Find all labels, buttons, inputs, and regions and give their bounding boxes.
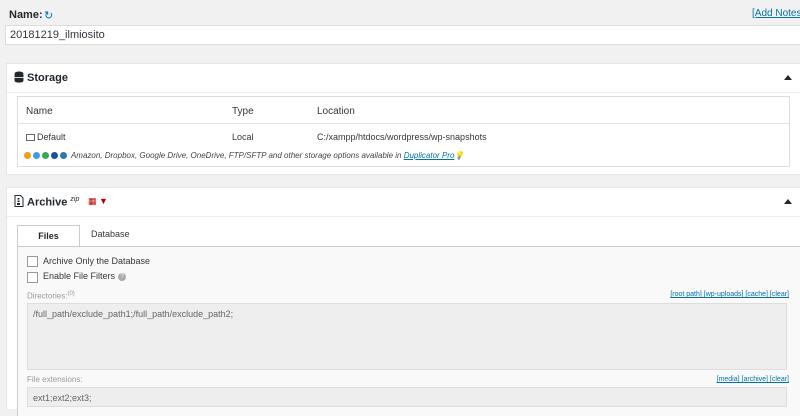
file-extensions-textarea[interactable]: ext1;ext2;ext3; [27,387,787,407]
tab-files[interactable]: Files [17,225,80,246]
name-field[interactable]: 20181219_ilmiosito [5,25,800,45]
tab-database[interactable]: Database [91,229,130,239]
lightbulb-icon: 💡 [454,151,465,160]
duplicator-pro-link[interactable]: Duplicator Pro [404,151,455,160]
database-icon [14,71,24,83]
archive-only-db-checkbox[interactable] [27,256,38,267]
storage-table: Name Type Location Default Local C:/xamp… [17,96,790,167]
collapse-icon[interactable] [784,199,792,204]
file-extensions-label: File extensions: [27,375,83,384]
divider [18,123,789,124]
archive-header[interactable]: Archive zip ▦ ▼ [7,188,800,217]
column-header-type: Type [232,106,254,117]
archive-title: Archive zip [27,196,80,209]
storage-header[interactable]: Storage [7,64,800,93]
ftp-icon [60,152,67,160]
server-icon [26,134,35,142]
archive-panel: Archive zip ▦ ▼ Files Database Archive O… [6,187,800,416]
name-label: Name: [9,9,43,21]
add-notes-link[interactable]: [Add Notes [752,8,800,19]
storage-row-type: Local [232,132,254,142]
enable-file-filters-label: Enable File Filters? [43,271,127,281]
collapse-icon[interactable] [784,75,792,80]
storage-title: Storage [27,72,68,84]
storage-row-location: C:/xampp/htdocs/wordpress/wp-snapshots [317,132,487,142]
google-drive-icon [42,152,49,160]
enable-file-filters-checkbox[interactable] [27,272,38,283]
column-header-name: Name [26,106,53,117]
dropbox-icon [33,152,40,160]
files-tab-panel: Archive Only the Database Enable File Fi… [17,246,800,416]
file-archive-icon [14,195,24,207]
table-filter-icon[interactable]: ▦ ▼ [88,196,108,207]
directories-label: Directories:(0) [27,291,75,301]
refresh-icon[interactable]: ↻ [44,9,53,22]
storage-panel: Storage Name Type Location Default Local… [6,63,800,175]
directories-textarea[interactable]: /full_path/exclude_path1;/full_path/excl… [27,303,787,370]
amazon-icon [24,152,31,160]
onedrive-icon [51,152,58,160]
archive-only-db-label: Archive Only the Database [43,256,151,266]
help-icon[interactable]: ? [118,272,127,281]
column-header-location: Location [317,106,355,117]
directory-quick-links[interactable]: [root path] [wp-uploads] [cache] [clear] [670,291,789,298]
extension-quick-links[interactable]: [media] [archive] [clear] [717,376,789,383]
storage-row-name: Default [26,132,66,142]
pro-storage-note: Amazon, Dropbox, Google Drive, OneDrive,… [24,151,464,160]
